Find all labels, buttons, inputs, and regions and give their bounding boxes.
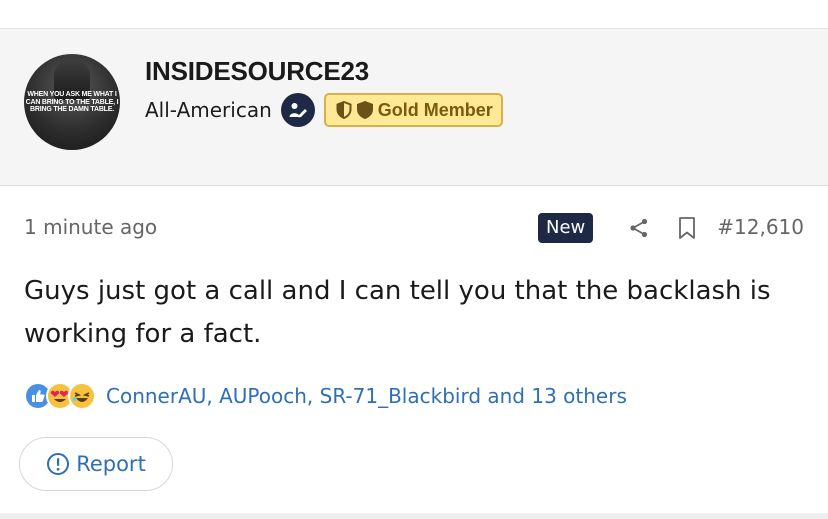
share-icon[interactable] <box>628 217 650 239</box>
exclamation-circle-icon <box>46 452 70 476</box>
avatar-quote: WHEN YOU ASK ME WHAT I CAN BRING TO THE … <box>25 91 119 113</box>
post-time[interactable]: 1 minute ago <box>24 215 157 239</box>
post-meta: 1 minute ago New #12,610 <box>24 211 804 247</box>
shield-half-icon <box>336 101 352 119</box>
gold-member-label: Gold Member <box>377 99 493 120</box>
laughing-icon <box>68 382 96 410</box>
new-badge: New <box>538 213 594 243</box>
user-role-line: All-American Gold Member <box>145 93 503 127</box>
shield-icon <box>356 100 374 120</box>
reaction-names[interactable]: ConnerAU, AUPooch, SR-71_Blackbird and 1… <box>106 384 627 408</box>
report-label: Report <box>76 452 146 476</box>
post-number[interactable]: #12,610 <box>717 215 804 239</box>
username[interactable]: INSIDESOURCE23 <box>145 56 369 87</box>
post-body: Guys just got a call and I can tell you … <box>24 276 771 349</box>
bookmark-icon[interactable] <box>676 216 698 240</box>
pen-user-icon[interactable] <box>280 93 315 127</box>
reaction-icons[interactable] <box>24 382 96 410</box>
gold-member-badge[interactable]: Gold Member <box>323 93 503 127</box>
avatar[interactable]: WHEN YOU ASK ME WHAT I CAN BRING TO THE … <box>24 54 120 150</box>
report-button[interactable]: Report <box>19 437 173 491</box>
bottom-divider <box>0 513 828 519</box>
user-role: All-American <box>145 98 272 122</box>
top-strip <box>0 0 828 28</box>
reactions-bar[interactable]: ConnerAU, AUPooch, SR-71_Blackbird and 1… <box>24 380 627 412</box>
